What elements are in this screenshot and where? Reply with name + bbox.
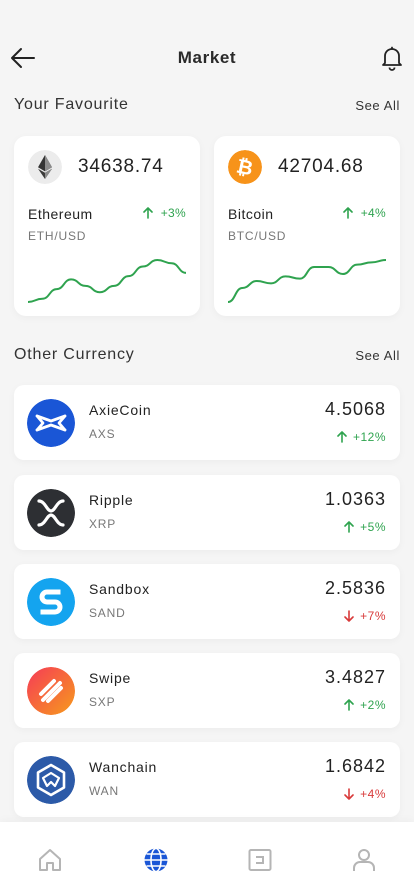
list-item-wanchain[interactable]: Wanchain WAN 1.6842 +4% bbox=[14, 742, 400, 817]
coin-value: 1.0363 bbox=[324, 489, 386, 509]
favourite-name: Bitcoin bbox=[228, 206, 274, 222]
globe-icon[interactable] bbox=[142, 846, 170, 874]
favourite-name: Ethereum bbox=[28, 206, 93, 222]
coin-value: 2.5836 bbox=[324, 578, 386, 598]
arrow-up-icon bbox=[344, 699, 354, 711]
coin-change: +4% bbox=[344, 787, 386, 801]
list-item-ripple[interactable]: Ripple XRP 1.0363 +5% bbox=[14, 475, 400, 550]
bell-icon[interactable] bbox=[380, 45, 404, 71]
home-icon[interactable] bbox=[36, 846, 64, 874]
list-item-axiecoin[interactable]: AxieCoin AXS 4.5068 +12% bbox=[14, 385, 400, 460]
arrow-up-icon bbox=[337, 431, 347, 443]
arrow-left-icon[interactable] bbox=[10, 46, 36, 70]
coin-symbol: AXS bbox=[89, 427, 116, 441]
coin-change: +7% bbox=[344, 609, 386, 623]
list-item-sandbox[interactable]: Sandbox SAND 2.5836 +7% bbox=[14, 564, 400, 639]
coin-value: 4.5068 bbox=[324, 399, 386, 419]
coin-change-value: +12% bbox=[352, 430, 386, 444]
coin-change-value: +5% bbox=[360, 520, 386, 534]
favourite-pair: BTC/USD bbox=[228, 229, 287, 243]
coin-change-value: +4% bbox=[360, 787, 386, 801]
sparkline-chart bbox=[28, 258, 186, 303]
page-title: Market bbox=[177, 48, 237, 67]
favourite-card-ethereum[interactable]: 34638.74 Ethereum +3% ETH/USD bbox=[14, 136, 200, 316]
coin-name: Ripple bbox=[89, 492, 134, 508]
sparkline-chart bbox=[228, 259, 386, 303]
profile-icon[interactable] bbox=[350, 846, 378, 874]
favourites-see-all-link[interactable]: See All bbox=[355, 98, 400, 113]
other-currency-label: Other Currency bbox=[14, 346, 135, 363]
arrow-down-icon bbox=[344, 788, 354, 800]
arrow-up-icon bbox=[342, 207, 353, 219]
swipe-icon bbox=[27, 667, 75, 715]
other-currency-header: Other Currency See All bbox=[14, 346, 400, 364]
favourites-label: Your Favourite bbox=[14, 96, 129, 113]
favourite-change: +4% bbox=[342, 206, 386, 220]
coin-symbol: XRP bbox=[89, 517, 117, 531]
coin-symbol: WAN bbox=[89, 784, 119, 798]
coin-change: +5% bbox=[344, 520, 386, 534]
ethereum-icon bbox=[28, 150, 62, 184]
coin-change: +2% bbox=[344, 698, 386, 712]
ripple-icon bbox=[27, 489, 75, 537]
wanchain-icon bbox=[27, 756, 75, 804]
sparkline-path bbox=[228, 259, 386, 303]
arrow-down-icon bbox=[344, 610, 354, 622]
favourite-change-value: +3% bbox=[160, 206, 186, 220]
bottom-tab-bar bbox=[0, 822, 414, 896]
favourite-change: +3% bbox=[142, 206, 186, 220]
wallet-icon[interactable] bbox=[246, 846, 274, 874]
arrow-up-icon bbox=[344, 521, 354, 533]
coin-name: Swipe bbox=[89, 670, 132, 686]
coin-symbol: SAND bbox=[89, 606, 126, 620]
bitcoin-icon: ₿ bbox=[228, 150, 262, 184]
coin-name: AxieCoin bbox=[89, 402, 152, 418]
favourite-pair: ETH/USD bbox=[28, 229, 87, 243]
favourites-header: Your Favourite See All bbox=[14, 96, 400, 114]
favourite-price: 42704.68 bbox=[278, 156, 364, 177]
coin-name: Sandbox bbox=[89, 581, 150, 597]
favourite-card-bitcoin[interactable]: ₿ 42704.68 Bitcoin +4% BTC/USD bbox=[214, 136, 400, 316]
coin-change-value: +2% bbox=[360, 698, 386, 712]
coin-value: 1.6842 bbox=[324, 756, 386, 776]
coin-change-value: +7% bbox=[360, 609, 386, 623]
app-header: Market bbox=[0, 40, 414, 76]
coin-name: Wanchain bbox=[89, 759, 158, 775]
favourite-price: 34638.74 bbox=[78, 156, 164, 177]
arrow-up-icon bbox=[142, 207, 153, 219]
axiecoin-icon bbox=[27, 399, 75, 447]
list-item-swipe[interactable]: Swipe SXP 3.4827 +2% bbox=[14, 653, 400, 728]
other-currency-see-all-link[interactable]: See All bbox=[355, 348, 400, 363]
coin-value: 3.4827 bbox=[324, 667, 386, 687]
sandbox-icon bbox=[27, 578, 75, 626]
coin-symbol: SXP bbox=[89, 695, 116, 709]
favourite-change-value: +4% bbox=[360, 206, 386, 220]
sparkline-path bbox=[28, 258, 186, 303]
coin-change: +12% bbox=[337, 430, 386, 444]
